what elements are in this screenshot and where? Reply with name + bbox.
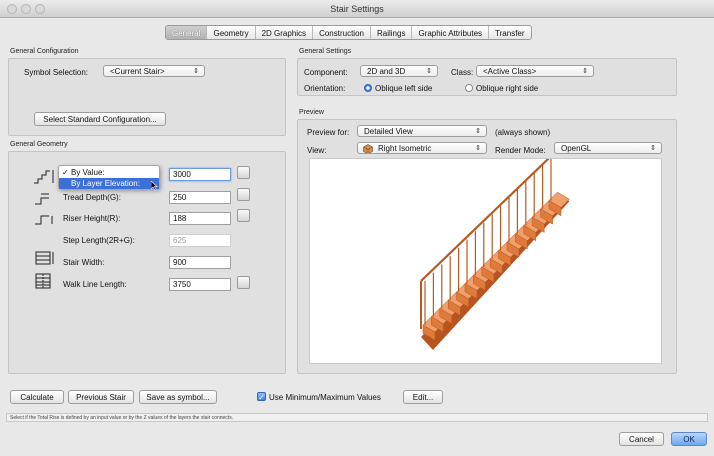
stair-width-icon (35, 251, 54, 265)
zoom-window-button[interactable] (35, 4, 45, 14)
isometric-view-icon (363, 144, 373, 153)
tab-geometry[interactable]: Geometry (207, 26, 256, 39)
minimize-window-button[interactable] (21, 4, 31, 14)
render-mode-value: OpenGL (561, 144, 592, 153)
tab-construction[interactable]: Construction (313, 26, 371, 39)
tab-transfer[interactable]: Transfer (489, 26, 531, 39)
preview-heading: Preview (299, 109, 324, 116)
mouse-cursor-icon (151, 181, 158, 191)
edit-button[interactable]: Edit... (403, 390, 443, 404)
close-window-button[interactable] (7, 4, 17, 14)
radio-oblique-right[interactable] (465, 84, 473, 92)
riser-height-field[interactable]: 188 (169, 212, 231, 225)
walk-line-length-label: Walk Line Length: (63, 280, 127, 289)
chevron-updown-icon: ⇕ (650, 145, 656, 152)
lock-icon[interactable] (237, 188, 250, 201)
orientation-label: Orientation: (304, 84, 346, 93)
radio-oblique-right-label: Oblique right side (476, 84, 539, 93)
class-label: Class: (451, 68, 474, 77)
use-minmax-label: Use Minimum/Maximum Values (269, 393, 381, 402)
checkmark-icon: ✓ (62, 168, 69, 177)
tread-depth-icon (35, 193, 49, 205)
symbol-selection-value: <Current Stair> (110, 67, 165, 76)
component-value: 2D and 3D (367, 67, 406, 76)
menu-item-by-value[interactable]: ✓ By Value: (59, 167, 159, 178)
save-as-symbol-button[interactable]: Save as symbol... (139, 390, 217, 404)
chevron-updown-icon: ⇕ (475, 128, 481, 135)
step-length-label: Step Length(2R+G): (63, 236, 135, 245)
general-settings-heading: General Settings (299, 48, 352, 55)
menu-item-by-layer-elevation[interactable]: By Layer Elevation: (59, 178, 159, 189)
riser-height-label: Riser Height(R): (63, 214, 121, 223)
view-select[interactable]: Right Isometric ⇕ (357, 142, 487, 154)
step-length-field: 625 (169, 234, 231, 247)
cancel-button[interactable]: Cancel (619, 432, 664, 446)
lock-icon[interactable] (237, 209, 250, 222)
class-select[interactable]: <Active Class> ⇕ (476, 65, 594, 77)
stair-3d-preview (420, 145, 570, 350)
tread-depth-label: Tread Depth(G): (63, 193, 121, 202)
chevron-updown-icon: ⇕ (582, 68, 588, 75)
previous-stair-button[interactable]: Previous Stair (68, 390, 134, 404)
tread-depth-field[interactable]: 250 (169, 191, 231, 204)
tab-general[interactable]: General (166, 26, 208, 39)
chevron-updown-icon: ⇕ (193, 68, 199, 75)
symbol-selection-select[interactable]: <Current Stair> ⇕ (103, 65, 205, 77)
component-select[interactable]: 2D and 3D ⇕ (360, 65, 438, 77)
view-value: Right Isometric (378, 144, 432, 153)
calculate-button[interactable]: Calculate (10, 390, 64, 404)
stair-preview-canvas (309, 145, 662, 364)
stair-width-label: Stair Width: (63, 258, 105, 267)
riser-height-icon (35, 215, 53, 225)
always-shown-note: (always shown) (495, 128, 551, 137)
total-rise-mode-menu: ✓ By Value: By Layer Elevation: (58, 165, 160, 189)
settings-tab-bar: General Geometry 2D Graphics Constructio… (165, 25, 532, 40)
chevron-updown-icon: ⇕ (426, 68, 432, 75)
tab-railings[interactable]: Railings (371, 26, 413, 39)
total-rise-field[interactable]: 3000 (169, 168, 231, 181)
view-label: View: (307, 146, 327, 155)
preview-for-label: Preview for: (307, 128, 350, 137)
chevron-updown-icon: ⇕ (475, 145, 481, 152)
radio-oblique-left-label: Oblique left side (375, 84, 433, 93)
tab-graphic-attributes[interactable]: Graphic Attributes (412, 26, 490, 39)
lock-icon[interactable] (237, 166, 250, 179)
render-mode-select[interactable]: OpenGL ⇕ (554, 142, 662, 154)
use-minmax-checkbox[interactable]: ✓ (257, 392, 266, 402)
preview-for-select[interactable]: Detailed View ⇕ (357, 125, 487, 137)
symbol-selection-label: Symbol Selection: (24, 68, 89, 77)
preview-for-value: Detailed View (364, 127, 413, 136)
help-status-text: Select if the Total Rise is defined by a… (6, 413, 708, 422)
ok-button[interactable]: OK (671, 432, 707, 446)
select-standard-configuration-button[interactable]: Select Standard Configuration... (34, 112, 166, 126)
lock-icon[interactable] (237, 276, 250, 289)
window-title: Stair Settings (330, 4, 384, 14)
stair-width-field[interactable]: 900 (169, 256, 231, 269)
general-geometry-heading: General Geometry (10, 141, 68, 148)
general-configuration-heading: General Configuration (10, 48, 79, 55)
window-title-bar: Stair Settings (0, 0, 714, 18)
tab-2d-graphics[interactable]: 2D Graphics (256, 26, 314, 39)
render-mode-label: Render Mode: (495, 146, 546, 155)
walk-line-length-field[interactable]: 3750 (169, 278, 231, 291)
component-label: Component: (304, 68, 348, 77)
class-value: <Active Class> (483, 67, 537, 76)
menu-item-by-layer-elevation-label: By Layer Elevation: (71, 179, 140, 188)
total-rise-icon (34, 170, 54, 184)
walk-line-length-icon (35, 273, 51, 289)
radio-oblique-left[interactable] (364, 84, 372, 92)
menu-item-by-value-label: By Value: (71, 168, 105, 177)
